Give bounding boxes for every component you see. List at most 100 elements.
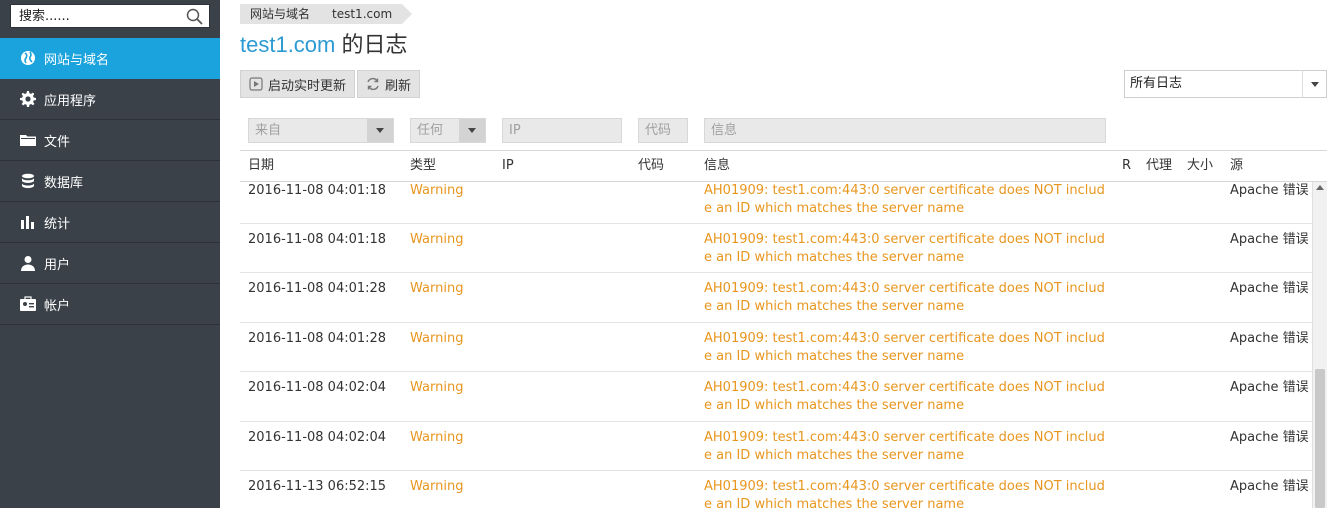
cell-date: 2016-11-08 04:01:28 [248,331,387,346]
filter-type-value: 任何 [417,123,444,138]
sidebar-item-applications[interactable]: 应用程序 [0,79,220,120]
toolbar: 启动实时更新 刷新 [240,70,422,98]
cell-date: 2016-11-08 04:01:28 [248,281,387,296]
bar-chart-icon [20,214,36,230]
table-row[interactable]: 2016-11-08 04:01:18 Warning AH01909: tes… [240,182,1312,224]
cell-date: 2016-11-13 06:52:15 [248,479,387,494]
filter-code-placeholder: 代码 [645,123,672,138]
cell-type: Warning [410,183,464,198]
cell-message: AH01909: test1.com:443:0 server certific… [704,331,1105,364]
scrollbar-thumb[interactable] [1315,369,1325,508]
column-proxy[interactable]: 代理 [1146,151,1172,181]
main-content: 网站与域名 test1.com test1.com 的日志 启动实时更新 刷新 … [240,0,1327,508]
chevron-down-icon[interactable] [367,119,393,142]
sidebar: 网站与域名 应用程序 文件 数据库 统计 [0,0,220,508]
column-date[interactable]: 日期 [248,151,274,181]
sidebar-item-label: 应用程序 [44,93,97,109]
start-realtime-update-button[interactable]: 启动实时更新 [240,70,356,98]
column-code[interactable]: 代码 [638,151,664,181]
sidebar-item-files[interactable]: 文件 [0,120,220,161]
cell-source: Apache 错误 [1230,430,1309,445]
cell-source: Apache 错误 [1230,281,1309,296]
filter-code-input[interactable]: 代码 [638,118,688,143]
filter-ip-placeholder: IP [509,123,521,138]
cell-source: Apache 错误 [1230,479,1309,494]
table-row[interactable]: 2016-11-13 06:52:15 Warning AH01909: tes… [240,478,1312,508]
filter-ip-input[interactable]: IP [502,118,622,143]
sidebar-item-label: 数据库 [44,175,84,191]
filter-message-input[interactable]: 信息 [704,118,1106,143]
sidebar-item-databases[interactable]: 数据库 [0,161,220,202]
cell-message: AH01909: test1.com:443:0 server certific… [704,479,1105,508]
sidebar-item-statistics[interactable]: 统计 [0,202,220,243]
sidebar-nav: 网站与域名 应用程序 文件 数据库 统计 用户 帐户 [0,38,220,325]
cell-date: 2016-11-08 04:02:04 [248,430,387,445]
column-ip[interactable]: IP [502,151,514,181]
cell-type: Warning [410,281,464,296]
cell-message: AH01909: test1.com:443:0 server certific… [704,430,1105,463]
search-input[interactable] [11,5,181,27]
filter-bar: 来自 任何 IP 代码 信息 [248,118,1327,144]
sidebar-item-label: 网站与域名 [44,52,110,68]
scroll-up-icon[interactable] [1316,185,1324,190]
column-source[interactable]: 源 [1230,151,1243,181]
cell-message: AH01909: test1.com:443:0 server certific… [704,183,1105,216]
sidebar-item-account[interactable]: 帐户 [0,284,220,325]
cell-type: Warning [410,380,464,395]
sidebar-item-label: 文件 [44,134,71,150]
sidebar-item-label: 统计 [44,216,71,232]
cell-message: AH01909: test1.com:443:0 server certific… [704,232,1105,265]
refresh-button[interactable]: 刷新 [357,70,421,98]
breadcrumb: 网站与域名 test1.com [240,4,416,24]
table-row[interactable]: 2016-11-08 04:01:28 Warning AH01909: tes… [240,280,1312,323]
cell-type: Warning [410,430,464,445]
log-table-body: 2016-11-08 04:01:18 Warning AH01909: tes… [240,182,1312,508]
page-title-domain[interactable]: test1.com [240,32,335,57]
refresh-icon [367,77,379,91]
cell-source: Apache 错误 [1230,380,1309,395]
sidebar-item-users[interactable]: 用户 [0,243,220,284]
sidebar-item-websites[interactable]: 网站与域名 [0,38,220,79]
chevron-down-icon[interactable] [459,119,485,142]
search-icon[interactable] [186,8,203,25]
breadcrumb-item-websites[interactable]: 网站与域名 [240,4,331,24]
cell-date: 2016-11-08 04:02:04 [248,380,387,395]
table-row[interactable]: 2016-11-08 04:01:28 Warning AH01909: tes… [240,330,1312,372]
account-icon [20,296,36,312]
cell-type: Warning [410,232,464,247]
filter-from-select[interactable]: 来自 [248,118,394,143]
filter-from-value: 来自 [255,123,282,138]
cell-date: 2016-11-08 04:01:18 [248,232,387,247]
filter-message-placeholder: 信息 [711,123,738,138]
breadcrumb-item-domain[interactable]: test1.com [315,4,413,24]
column-r[interactable]: R [1122,151,1131,181]
cell-type: Warning [410,479,464,494]
log-type-select[interactable]: 所有日志 [1124,70,1327,98]
cell-source: Apache 错误 [1230,331,1309,346]
cell-source: Apache 错误 [1230,232,1309,247]
cell-date: 2016-11-08 04:01:18 [248,183,387,198]
table-row[interactable]: 2016-11-08 04:02:04 Warning AH01909: tes… [240,379,1312,422]
column-type[interactable]: 类型 [410,151,436,181]
table-scrollbar[interactable] [1312,182,1327,508]
filter-type-select[interactable]: 任何 [410,118,486,143]
table-row[interactable]: 2016-11-08 04:02:04 Warning AH01909: tes… [240,429,1312,471]
play-icon [249,77,263,91]
start-realtime-update-label: 启动实时更新 [268,78,347,94]
search-box [10,4,210,28]
page-title: test1.com 的日志 [240,30,408,60]
globe-icon [20,50,36,66]
column-size[interactable]: 大小 [1187,151,1213,181]
column-message[interactable]: 信息 [704,151,730,181]
chevron-down-icon[interactable] [1302,71,1326,97]
refresh-label: 刷新 [385,78,412,94]
user-icon [20,255,36,271]
cell-source: Apache 错误 [1230,183,1309,198]
table-header: 日期 类型 IP 代码 信息 R 代理 大小 源 [240,150,1327,182]
cell-type: Warning [410,331,464,346]
database-icon [20,173,36,189]
table-row[interactable]: 2016-11-08 04:01:18 Warning AH01909: tes… [240,231,1312,273]
gear-icon [20,91,36,107]
folder-icon [20,132,36,148]
sidebar-item-label: 帐户 [44,298,71,314]
